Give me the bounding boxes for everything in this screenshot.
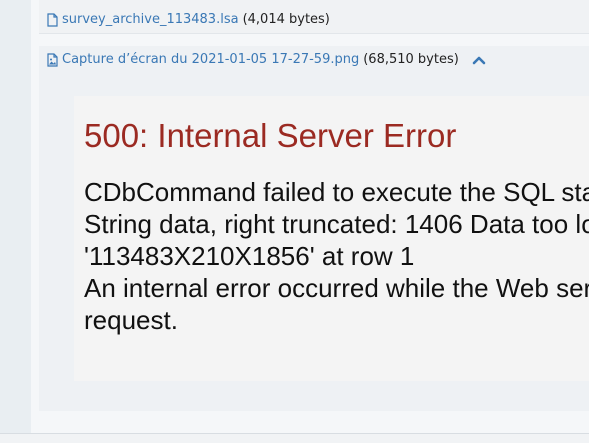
error-title: 500: Internal Server Error <box>84 117 457 154</box>
left-gutter <box>0 0 31 433</box>
attachment-image-preview: 500: Internal Server Error CDbCommand fa… <box>74 96 589 381</box>
attachments-page: survey_archive_113483.lsa (4,014 bytes) … <box>0 0 589 443</box>
attachment-row-lsa: survey_archive_113483.lsa (4,014 bytes) <box>39 0 589 34</box>
attachment-line: Capture d’écran du 2021-01-05 17-27-59.p… <box>47 52 487 67</box>
attachment-link-png[interactable]: Capture d’écran du 2021-01-05 17-27-59.p… <box>62 52 359 67</box>
attachment-line: survey_archive_113483.lsa (4,014 bytes) <box>47 12 330 27</box>
image-file-icon <box>47 52 58 67</box>
attachment-size: (68,510 bytes) <box>363 52 459 67</box>
file-icon <box>47 12 58 27</box>
chevron-up-icon[interactable] <box>471 54 487 66</box>
error-line: request. <box>84 305 178 335</box>
error-line: An internal error occurred while the Web… <box>84 273 589 303</box>
error-message: CDbCommand failed to execute the SQL sta… <box>84 176 589 336</box>
error-line: String data, right truncated: 1406 Data … <box>84 209 589 239</box>
attachment-link-lsa[interactable]: survey_archive_113483.lsa <box>62 12 239 27</box>
error-line: '113483X210X1856' at row 1 <box>84 241 415 271</box>
attachment-row-png: Capture d’écran du 2021-01-05 17-27-59.p… <box>39 46 589 411</box>
error-line: CDbCommand failed to execute the SQL sta… <box>84 177 589 207</box>
attachment-size: (4,014 bytes) <box>242 12 330 27</box>
bottom-divider <box>0 433 589 443</box>
